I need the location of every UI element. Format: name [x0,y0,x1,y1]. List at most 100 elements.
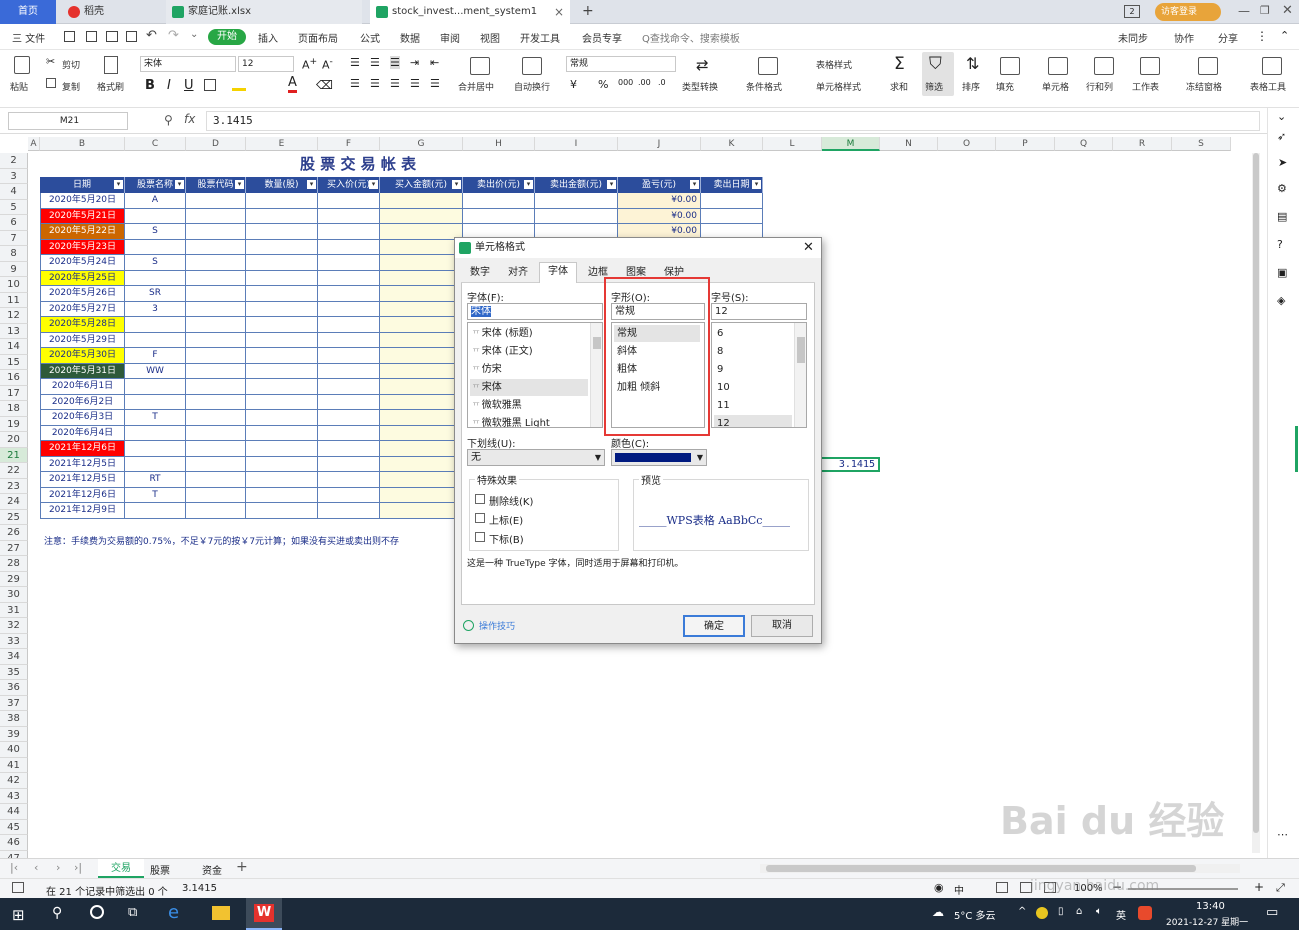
table-style-button[interactable]: 表格样式 [816,58,852,71]
filter-button-bg[interactable]: ⛉ 筛选 [922,52,954,96]
convert-icon[interactable]: ⇄ [696,56,709,74]
align-bottom-icon[interactable]: ☰ [390,56,400,69]
row-header-8[interactable]: 8 [0,246,28,262]
align-right-icon[interactable]: ☰ [390,77,400,90]
row-header-32[interactable]: 32 [0,618,28,634]
table-cell[interactable] [380,270,463,286]
fill-icon[interactable] [1000,57,1020,75]
table-cell[interactable] [246,503,318,519]
wrap-icon[interactable] [522,57,542,75]
table-cell[interactable] [318,363,380,379]
row-header-43[interactable]: 43 [0,788,28,804]
table-cell[interactable] [186,239,246,255]
table-cell[interactable] [246,394,318,410]
superscript-checkbox[interactable] [475,513,485,523]
print-icon[interactable] [106,31,118,42]
row-header-39[interactable]: 39 [0,726,28,742]
column-header-i[interactable]: I [535,137,618,151]
normal-view-icon[interactable] [996,882,1008,893]
tab-home[interactable]: 首页 [0,0,56,24]
column-header-e[interactable]: E [246,137,318,151]
date-cell[interactable]: 2021年12月5日 [40,456,125,472]
more-quick-icon[interactable]: ⌄ [190,29,198,40]
table-header-cell[interactable]: 股票名称 ▾ [125,177,186,193]
collab-button[interactable]: 协作 [1174,30,1194,45]
windows-start-icon[interactable]: ⊞ [12,906,25,924]
table-cell[interactable] [246,239,318,255]
menu-member[interactable]: 会员专享 [582,30,622,45]
cell-m21[interactable]: 3.1415 [820,457,880,472]
menu-review[interactable]: 审阅 [440,30,460,45]
table-cell[interactable] [318,301,380,317]
table-cell[interactable] [318,255,380,271]
row-header-44[interactable]: 44 [0,804,28,820]
filter-dropdown-icon[interactable]: ▾ [752,180,761,189]
table-cell[interactable] [246,270,318,286]
tab-stock-system[interactable]: stock_invest...ment_system1 [370,0,570,24]
table-cell[interactable] [186,456,246,472]
stock-name-cell[interactable]: T [125,487,186,503]
sidebar-more-icon[interactable]: ⋯ [1277,828,1288,841]
wps-icon[interactable]: W [246,898,282,930]
table-cell[interactable] [186,425,246,441]
column-header-s[interactable]: S [1172,137,1231,151]
more-menu-icon[interactable]: ⋮ [1256,29,1268,43]
row-header-42[interactable]: 42 [0,773,28,789]
font-size-input[interactable]: 12 [711,303,807,320]
table-cell[interactable] [246,472,318,488]
table-cell[interactable] [246,363,318,379]
date-cell[interactable]: 2020年5月23日 [40,239,125,255]
menu-view[interactable]: 视图 [480,30,500,45]
filter-dropdown-icon[interactable]: ▾ [452,180,461,189]
table-cell[interactable] [380,363,463,379]
column-header-q[interactable]: Q [1055,137,1113,151]
paste-button[interactable]: 粘贴 [10,80,28,93]
save-icon[interactable] [64,31,75,42]
table-cell[interactable] [380,379,463,395]
ok-button[interactable]: 确定 [683,615,745,637]
table-cell[interactable] [186,472,246,488]
table-tools-icon[interactable] [1262,57,1282,75]
fill-button[interactable]: 填充 [996,80,1014,93]
table-cell[interactable] [186,503,246,519]
close-tab-icon[interactable]: × [554,5,564,19]
font-list-scrollbar[interactable] [590,323,602,427]
tab-font[interactable]: 字体 [539,262,577,283]
strikethrough-checkbox[interactable] [475,494,485,504]
table-cell[interactable] [318,379,380,395]
add-sheet-icon[interactable]: + [236,859,248,875]
profit-cell[interactable]: ¥0.00 [618,208,701,224]
menu-file[interactable]: 三 文件 [12,30,45,45]
row-header-12[interactable]: 12 [0,308,28,324]
paste-icon[interactable] [14,56,30,74]
date-cell[interactable]: 2020年5月31日 [40,363,125,379]
table-cell[interactable] [186,224,246,240]
table-cell[interactable] [380,456,463,472]
underline-icon[interactable]: U [184,78,194,93]
table-cell[interactable] [186,410,246,426]
battery-icon[interactable]: ▯ [1058,906,1064,917]
font-name-select[interactable]: 宋体 [140,56,236,72]
sidebar-sheet-icon[interactable]: ▤ [1277,210,1287,223]
date-cell[interactable]: 2020年5月24日 [40,255,125,271]
table-cell[interactable] [246,348,318,364]
first-sheet-icon[interactable]: |‹ [10,861,18,874]
row-header-36[interactable]: 36 [0,680,28,696]
share-button[interactable]: 分享 [1218,30,1238,45]
filter-dropdown-icon[interactable]: ▾ [690,180,699,189]
table-header-cell[interactable]: 卖出价(元) ▾ [463,177,535,193]
rowcol-icon[interactable] [1094,57,1114,75]
color-select[interactable]: ▼ [611,449,707,466]
stock-name-cell[interactable]: WW [125,363,186,379]
font-option[interactable]: ᵀᵀ 宋体 [470,379,588,396]
percent-icon[interactable]: % [598,78,608,91]
filter-dropdown-icon[interactable]: ▾ [114,180,123,189]
sidebar-image-icon[interactable]: ▣ [1277,266,1287,279]
fullscreen-icon[interactable]: ⤢ [1276,881,1285,895]
date-cell[interactable]: 2020年6月1日 [40,379,125,395]
row-header-16[interactable]: 16 [0,370,28,386]
row-header-23[interactable]: 23 [0,478,28,494]
row-header-5[interactable]: 5 [0,199,28,215]
tab-daoke[interactable]: 稻壳 [62,0,162,24]
stock-name-cell[interactable] [125,394,186,410]
